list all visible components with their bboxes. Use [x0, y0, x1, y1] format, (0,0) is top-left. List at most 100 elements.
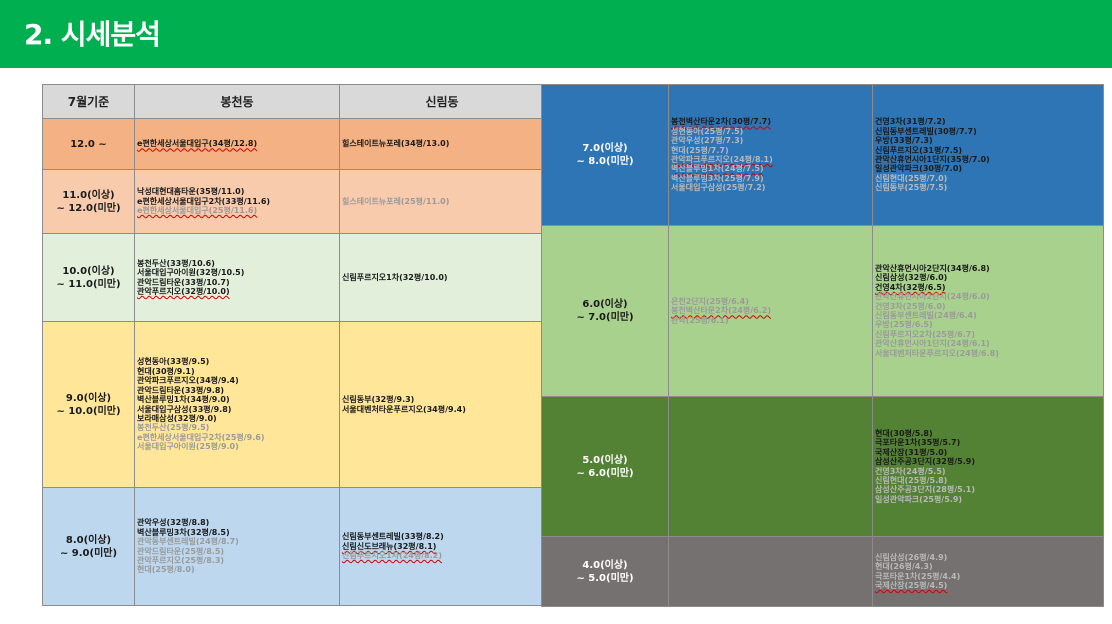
price-range-label: 8.0(이상) ~ 9.0(미만)	[42, 487, 135, 606]
apartment-price-entry: 신림동부(25평/7.5)	[875, 183, 948, 193]
apartment-price-entry: 신림삼성(32평/6.0)	[875, 273, 948, 283]
apartment-price-entry: 서울대벤처타운푸르지오(34평/9.4)	[342, 404, 466, 414]
table-row: 11.0(이상) ~ 12.0(미만) 낙성대현대홈타운(35평/11.0) e편한…	[42, 169, 545, 234]
price-range-label: 9.0(이상) ~ 10.0(미만)	[42, 321, 135, 488]
price-range-text: ~ 10.0(미만)	[56, 405, 121, 417]
price-range-text: 5.0(이상)	[582, 454, 628, 466]
apartment-price-entry: 신림신도브래뉴(32평/8.1)	[342, 541, 437, 551]
apartment-price-entry: 벽산블루밍3차(25평/7.9)	[671, 173, 764, 183]
apartment-price-entry: 현대(25평/7.7)	[671, 145, 729, 155]
apartment-price-entry: 건영3차(25평/6.0)	[875, 301, 946, 311]
apartment-price-entry: 신림푸르지오2차(25평/6.7)	[875, 329, 975, 339]
apartment-price-entry: 서울대입구아이원(25평/9.0)	[137, 442, 239, 452]
apartment-price-entry: 봉천두산(33평/10.6)	[137, 258, 215, 268]
apartment-price-entry: 벽산블루밍1차(24평/7.5)	[671, 164, 764, 174]
apartment-price-entry: 현대(30평/9.1)	[137, 366, 195, 376]
table-row: 4.0(이상) ~ 5.0(미만) 신림삼성(26평/4.9) 현대(26평/4.3…	[541, 536, 1104, 607]
apartment-price-entry: 봉천벽산타운2차(30평/7.7)	[671, 117, 771, 127]
bongcheon-cell: 은천2단지(25평/6.4) 봉천벽산타운2차(24평/6.2) 관악(25평/6.…	[668, 225, 873, 397]
apartment-price-entry: 국제산장(25평/4.5)	[875, 580, 948, 590]
apartment-price-entry: 국제산장(31평/5.0)	[875, 447, 948, 457]
price-range-label: 6.0(이상) ~ 7.0(미만)	[541, 225, 669, 397]
sillim-cell: 신림푸르지오1차(32평/10.0)	[339, 233, 545, 322]
bongcheon-cell	[668, 536, 873, 607]
title-bar: 2. 시세분석	[0, 0, 1112, 68]
bongcheon-cell: 봉천두산(33평/10.6) 서울대입구아이원(32평/10.5) 관악드림타운(3…	[134, 233, 340, 322]
table-row: 12.0 ~ e편한세상서울대입구(34평/12.8) 힐스테이트뉴포레(34평…	[42, 118, 545, 170]
apartment-price-entry: 신림동부센트레빌(24평/6.4)	[875, 311, 977, 320]
price-range-label: 7.0(이상) ~ 8.0(미만)	[541, 84, 669, 226]
apartment-price-entry: 성현동아(25평/7.5)	[671, 126, 744, 136]
sillim-cell: 건영3차(31평/7.2) 신림동부센트레빌(30평/7.7) 우방(33평/7.3…	[872, 84, 1104, 226]
apartment-price-entry: 서울대벤처타운푸르지오(24평/6.8)	[875, 348, 999, 358]
price-range-text: 10.0(이상)	[62, 265, 115, 277]
header-sillim: 신림동	[339, 84, 545, 119]
table-row: 5.0(이상) ~ 6.0(미만) 현대(30평/5.8) 극포타운1차(35평/5…	[541, 396, 1104, 537]
apartment-price-entry: 건영4차(32평/6.5)	[875, 282, 946, 292]
apartment-price-entry: 힐스테이트뉴포레(34평/13.0)	[342, 139, 450, 149]
price-range-text: ~ 11.0(미만)	[56, 278, 121, 290]
apartment-price-entry: 삼성산주공3단지(28평/5.1)	[875, 485, 975, 495]
apartment-price-entry: 신림푸르지오(31평/7.5)	[875, 145, 963, 155]
price-range-text: ~ 9.0(미만)	[59, 547, 118, 559]
price-range-text: 4.0(이상)	[582, 559, 628, 571]
apartment-price-entry: 건영3차(31평/7.2)	[875, 117, 946, 127]
sillim-cell: 신림삼성(26평/4.9) 현대(26평/4.3) 극포타운1차(25평/4.4) 국…	[872, 536, 1104, 607]
price-range-text: 6.0(이상)	[582, 299, 628, 310]
price-range-label: 4.0(이상) ~ 5.0(미만)	[541, 536, 669, 607]
apartment-price-entry: 관악산휴먼시아2단지(24평/6.0)	[875, 292, 990, 302]
apartment-price-entry: 신림동부센트레빌(33평/8.2)	[342, 532, 444, 542]
apartment-price-entry: e편한세상서울대입구(25평/11.6)	[137, 206, 258, 216]
price-range-label: 11.0(이상) ~ 12.0(미만)	[42, 169, 135, 234]
apartment-price-entry: 서울대입구아이원(32평/10.5)	[137, 268, 245, 278]
apartment-price-entry: 관악드림타운(25평/8.5)	[137, 546, 225, 556]
apartment-price-entry: 관악산휴먼시아2단지(34평/6.8)	[875, 263, 990, 273]
apartment-price-entry: 극포타운1차(35평/5.7)	[875, 438, 961, 448]
apartment-price-entry: 벽산블루밍3차(32평/8.5)	[137, 527, 230, 537]
apartment-price-entry: 관악푸르지오(25평/8.3)	[137, 555, 225, 565]
price-range-text: ~ 8.0(미만)	[576, 156, 634, 167]
sillim-cell: 현대(30평/5.8) 극포타운1차(35평/5.7) 국제산장(31평/5.0) 삼…	[872, 396, 1104, 537]
apartment-price-entry: 현대(25평/8.0)	[137, 565, 195, 575]
price-range-text: ~ 6.0(미만)	[576, 467, 634, 479]
price-range-label: 10.0(이상) ~ 11.0(미만)	[42, 233, 135, 322]
bongcheon-cell: e편한세상서울대입구(34평/12.8)	[134, 118, 340, 170]
apartment-price-entry: 신림동부(32평/9.3)	[342, 395, 415, 405]
price-range-text: ~ 5.0(미만)	[576, 572, 634, 584]
apartment-price-entry: 힐스테이트뉴포레(25평/11.0)	[342, 196, 450, 206]
bongcheon-cell: 봉천벽산타운2차(30평/7.7) 성현동아(25평/7.5) 관악우성(27평/7…	[668, 84, 873, 226]
table-row: 10.0(이상) ~ 11.0(미만) 봉천두산(33평/10.6) 서울대입구아이…	[42, 233, 545, 322]
bongcheon-cell	[668, 396, 873, 537]
table-row: 7.0(이상) ~ 8.0(미만) 봉천벽산타운2차(30평/7.7) 성현동아(2…	[541, 84, 1104, 226]
sillim-cell: 힐스테이트뉴포레(25평/11.0)	[339, 169, 545, 234]
apartment-price-entry: 건영3차(24평/5.5)	[875, 466, 946, 476]
header-basis: 7월기준	[42, 84, 135, 119]
apartment-price-entry: e편한세상서울대입구2차(33평/11.6)	[137, 196, 271, 206]
apartment-price-entry: 현대(30평/5.8)	[875, 428, 933, 438]
apartment-price-entry: 관악파크푸르지오(24평/8.1)	[671, 155, 773, 164]
apartment-price-entry: 관악동부센트레빌(24평/8.7)	[137, 537, 239, 547]
apartment-price-entry: 신림푸르지오1차(24평/8.2)	[342, 551, 442, 561]
apartment-price-entry: e편한세상서울대입구2차(25평/9.6)	[137, 432, 265, 442]
price-range-label: 5.0(이상) ~ 6.0(미만)	[541, 396, 669, 537]
price-range-text: ~ 12.0(미만)	[56, 202, 121, 214]
apartment-price-entry: 관악우성(27평/7.3)	[671, 136, 744, 146]
table-row: 9.0(이상) ~ 10.0(미만) 성현동아(33평/9.5) 현대(30평/9.…	[42, 321, 545, 488]
apartment-price-entry: 일성관악파크(25평/5.9)	[875, 494, 963, 504]
apartment-price-entry: 일성관악파크(30평/7.0)	[875, 164, 963, 174]
apartment-price-entry: 관악산휴먼시아1단지(24평/6.1)	[875, 339, 990, 349]
price-range-text: 8.0(이상)	[65, 534, 112, 546]
page-title: 2. 시세분석	[24, 18, 161, 51]
header-bongcheon: 봉천동	[134, 84, 340, 119]
apartment-price-entry: 현대(26평/4.3)	[875, 562, 933, 572]
sillim-cell: 신림동부(32평/9.3) 서울대벤처타운푸르지오(34평/9.4)	[339, 321, 545, 488]
apartment-price-entry: 신림현대(25평/5.8)	[875, 475, 948, 485]
apartment-price-entry: 삼성산주공3단지(32평/5.9)	[875, 457, 975, 467]
price-range-text: 7.0(이상)	[582, 143, 628, 154]
apartment-price-entry: 봉천벽산타운2차(24평/6.2)	[671, 306, 771, 316]
apartment-price-entry: 우방(33평/7.3)	[875, 136, 933, 146]
price-table-right: 7.0(이상) ~ 8.0(미만) 봉천벽산타운2차(30평/7.7) 성현동아(2…	[541, 84, 1104, 607]
price-table-left: 7월기준 봉천동 신림동 12.0 ~ e편한세상서울대입구(34평/12.8)…	[42, 84, 545, 606]
table-row: 8.0(이상) ~ 9.0(미만) 관악우성(32평/8.8) 벽산블루밍3차(32…	[42, 487, 545, 606]
apartment-price-entry: 관악산휴먼시아1단지(35평/7.0)	[875, 155, 990, 164]
